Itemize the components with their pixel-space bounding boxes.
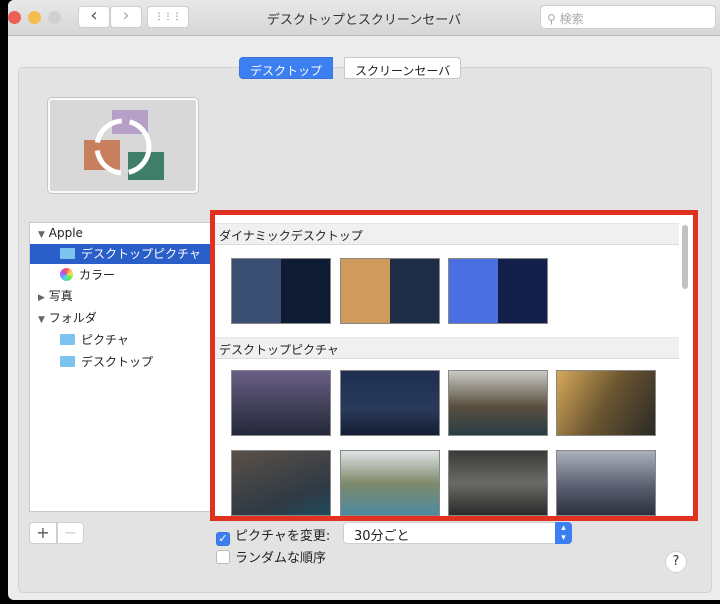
desktop-preview bbox=[48, 98, 198, 193]
rotating-pictures-icon bbox=[84, 110, 164, 180]
checkbox-box bbox=[216, 550, 230, 564]
random-order-checkbox[interactable]: ランダムな順序 bbox=[216, 547, 326, 566]
help-button[interactable]: ? bbox=[665, 551, 687, 573]
sidebar-item-photos[interactable]: ▶ 写真 bbox=[30, 286, 210, 306]
title-bar: ‹ › ⋮⋮⋮ デスクトップとスクリーンセーバ ⚲ 検索 bbox=[8, 0, 720, 36]
remove-folder-button[interactable]: − bbox=[57, 522, 84, 544]
sidebar-item-label: ピクチャ bbox=[81, 333, 129, 347]
sidebar-item-folders[interactable]: ▼ フォルダ bbox=[30, 308, 210, 328]
search-input[interactable]: ⚲ 検索 bbox=[540, 5, 716, 29]
sidebar-item-label: デスクトップピクチャ bbox=[81, 247, 201, 261]
window: ‹ › ⋮⋮⋮ デスクトップとスクリーンセーバ ⚲ 検索 デスクトップ スクリー… bbox=[8, 0, 720, 600]
change-picture-checkbox[interactable]: ✓ ピクチャを変更: bbox=[216, 525, 330, 546]
disclosure-triangle-icon[interactable]: ▼ bbox=[38, 230, 45, 240]
sidebar-item-label: 写真 bbox=[48, 289, 73, 303]
interval-value: 30分ごと bbox=[354, 529, 410, 544]
source-list: ▼ Apple デスクトップピクチャ カラー ▶ 写真 ▼ フォルダ ピクチャ … bbox=[29, 222, 211, 512]
disclosure-triangle-icon[interactable]: ▼ bbox=[38, 315, 45, 325]
sidebar-item-desktop-pictures[interactable]: デスクトップピクチャ bbox=[30, 244, 210, 264]
tab-desktop[interactable]: デスクトップ bbox=[239, 57, 334, 79]
sidebar-item-label: カラー bbox=[79, 268, 116, 282]
disclosure-triangle-icon[interactable]: ▶ bbox=[38, 293, 45, 303]
change-picture-label: ピクチャを変更: bbox=[235, 529, 331, 544]
checkmark-icon: ✓ bbox=[216, 532, 230, 546]
sidebar-item-apple[interactable]: ▼ Apple bbox=[30, 223, 210, 243]
sidebar-item-pictures[interactable]: ピクチャ bbox=[30, 330, 210, 350]
search-placeholder: 検索 bbox=[559, 12, 584, 26]
tab-screensaver[interactable]: スクリーンセーバ bbox=[344, 57, 462, 79]
chevron-updown-icon: ▴ ▾ bbox=[555, 522, 572, 544]
sidebar-item-colors[interactable]: カラー bbox=[30, 265, 210, 285]
highlight-box bbox=[210, 210, 698, 521]
sidebar-item-label: フォルダ bbox=[48, 311, 97, 325]
random-order-label: ランダムな順序 bbox=[235, 551, 327, 566]
sidebar-item-desktop[interactable]: デスクトップ bbox=[30, 352, 210, 372]
color-wheel-icon bbox=[60, 268, 73, 281]
pictures-folder-icon bbox=[60, 334, 75, 345]
interval-select[interactable]: 30分ごと ▴ ▾ bbox=[343, 522, 572, 544]
sidebar-item-label: Apple bbox=[48, 226, 83, 240]
add-folder-button[interactable]: + bbox=[29, 522, 57, 544]
folder-icon bbox=[60, 356, 75, 367]
sidebar-item-label: デスクトップ bbox=[81, 355, 154, 369]
folder-icon bbox=[60, 248, 75, 259]
search-icon: ⚲ bbox=[547, 12, 560, 26]
